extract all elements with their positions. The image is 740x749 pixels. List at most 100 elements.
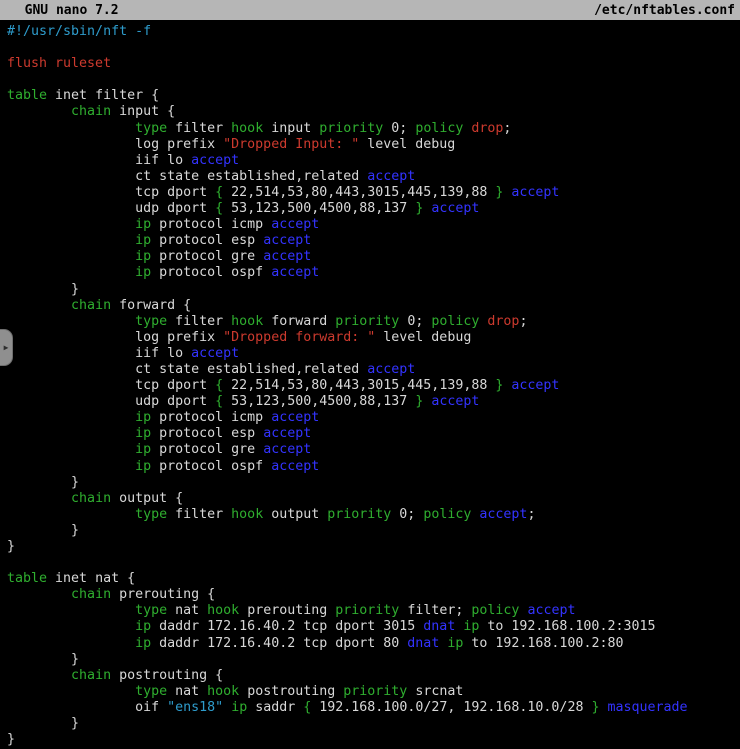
code-token: { [215,201,223,216]
code-line: } [7,652,740,668]
code-token: log prefix [135,330,223,345]
code-token: 53,123,500,4500,88,137 [223,201,415,216]
code-token: #!/usr/sbin/nft -f [7,24,151,39]
code-token: accept [479,507,527,522]
code-token: nat [167,684,207,699]
code-token: chain [71,668,111,683]
code-token: accept [367,169,415,184]
code-token: chain [71,587,111,602]
code-token: protocol icmp [151,217,271,232]
code-token: to 192.168.100.2:80 [463,636,623,651]
code-line: ct state established,related accept [7,362,740,378]
code-token: daddr 172.16.40.2 tcp dport 3015 [151,619,423,634]
code-line: ip protocol icmp accept [7,410,740,426]
code-token: chain [71,104,111,119]
code-token: ip [135,636,151,651]
code-line: ip protocol esp accept [7,426,740,442]
code-token: 22,514,53,80,443,3015,445,139,88 [223,378,495,393]
code-token: priority [335,314,399,329]
code-token: protocol icmp [151,410,271,425]
code-token [7,153,135,168]
edge-reveal-tab[interactable]: ▶ [0,329,13,366]
code-token: tcp dport [135,185,215,200]
code-token [7,185,135,200]
code-token: ip [135,265,151,280]
code-line: flush ruleset [7,56,740,72]
code-token: table [7,88,47,103]
code-token: 0; [399,314,431,329]
code-token: ip [135,619,151,634]
code-token: prerouting [239,603,335,618]
code-line: chain input { [7,104,740,120]
code-token: ; [527,507,535,522]
code-token: hook [231,507,263,522]
code-token: masquerade [608,700,688,715]
code-line: ip protocol gre accept [7,442,740,458]
code-token: ip [135,249,151,264]
code-token: log prefix [135,137,223,152]
code-token: udp dport [135,201,215,216]
code-token [599,700,607,715]
code-token: priority [343,684,407,699]
code-token: hook [207,603,239,618]
code-token: 53,123,500,4500,88,137 [223,394,415,409]
code-token: dnat [407,636,439,651]
code-token: accept [271,410,319,425]
code-token [7,137,135,152]
code-token: accept [263,233,311,248]
code-token: type [135,684,167,699]
code-token: inet nat { [47,571,135,586]
code-line: oif "ens18" ip saddr { 192.168.100.0/27,… [7,700,740,716]
code-token: accept [367,362,415,377]
code-token: filter [167,507,231,522]
code-token: hook [207,684,239,699]
code-token: dnat [423,619,455,634]
code-line [7,72,740,88]
title-bar: GNU nano 7.2 /etc/nftables.conf [0,0,740,20]
code-line: iif lo accept [7,346,740,362]
code-line: udp dport { 53,123,500,4500,88,137 } acc… [7,394,740,410]
code-token: priority [319,121,383,136]
code-token: iif lo [135,153,191,168]
editor-content[interactable]: #!/usr/sbin/nft -f flush ruleset table i… [0,20,740,748]
code-token: accept [271,217,319,232]
code-line: chain output { [7,491,740,507]
code-line: ip protocol esp accept [7,233,740,249]
code-token [7,362,135,377]
code-token: type [135,603,167,618]
code-token: iif lo [135,346,191,361]
code-line: ip daddr 172.16.40.2 tcp dport 80 dnat i… [7,636,740,652]
code-token: accept [263,442,311,457]
code-token: ip [135,217,151,232]
code-token: { [215,378,223,393]
code-line: ip daddr 172.16.40.2 tcp dport 3015 dnat… [7,619,740,635]
code-line: iif lo accept [7,153,740,169]
code-token: accept [263,426,311,441]
code-line: udp dport { 53,123,500,4500,88,137 } acc… [7,201,740,217]
nano-editor-window: GNU nano 7.2 /etc/nftables.conf #!/usr/s… [0,0,740,749]
code-token: ip [135,426,151,441]
code-token: hook [231,121,263,136]
code-line: log prefix "Dropped forward: " level deb… [7,330,740,346]
code-token: type [135,507,167,522]
code-token: input [263,121,319,136]
code-token [7,378,135,393]
code-token: policy [471,603,519,618]
code-token: postrouting [239,684,343,699]
code-token: { [215,185,223,200]
code-token: drop [487,314,519,329]
code-line [7,555,740,571]
code-token: accept [527,603,575,618]
code-token: input { [111,104,175,119]
code-token: flush ruleset [7,56,111,71]
code-token [7,459,135,474]
code-token: ; [503,121,511,136]
code-token: inet filter { [47,88,159,103]
code-token: to 192.168.100.2:3015 [479,619,655,634]
code-token: udp dport [135,394,215,409]
code-token: level debug [375,330,471,345]
code-token: { [215,394,223,409]
code-token [7,169,135,184]
code-token: 22,514,53,80,443,3015,445,139,88 [223,185,495,200]
code-token: oif [135,700,167,715]
